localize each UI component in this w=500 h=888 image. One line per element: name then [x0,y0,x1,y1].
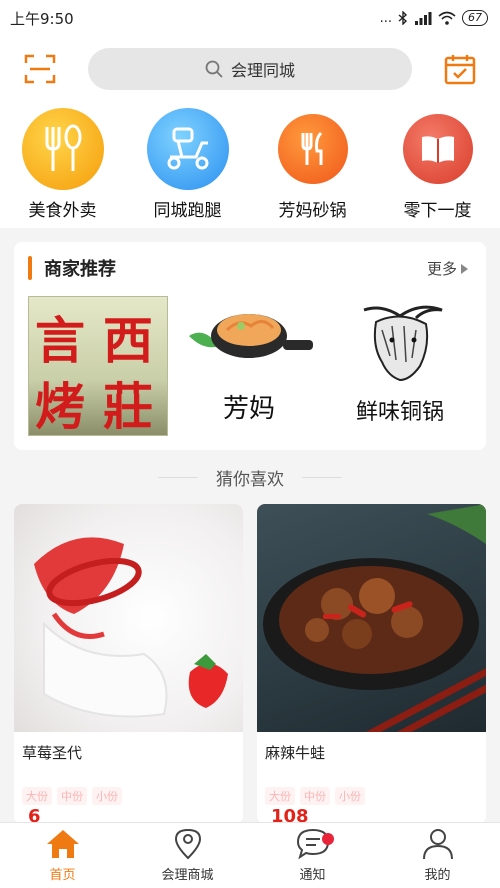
book-icon [421,136,454,163]
logo-char: 言 [35,311,85,370]
size-tags: 大份 中份 小份 [257,763,486,805]
section-header: 商家推荐 更多 [14,242,486,294]
nav-label: 通知 [299,868,326,883]
section-title: 商家推荐 [44,259,116,280]
product-name: 麻辣牛蛙 [265,744,326,762]
product-card[interactable]: 麻辣牛蛙 大份 中份 小份 108 [257,504,486,824]
battery-indicator: 67 [462,10,488,26]
category-circle [402,114,473,184]
bluetooth-icon [398,11,408,25]
bottom-nav: 首页 会理商城 通知 我的 [0,822,500,888]
signal-icon [415,11,432,25]
product-image-sundae [14,504,243,732]
category-circle [146,108,229,190]
notification-badge [322,833,334,845]
scooter-icon [167,127,208,170]
logo-char: 西 [103,311,153,370]
category-circle [277,114,348,184]
merchant-logo-row: 言 西 烤 莊 芳妈 鲜味铜锅 [14,296,486,436]
strawberry-sundae-illustration [34,537,228,718]
fork-spoon-icon [45,124,81,171]
size-tag[interactable]: 中份 [57,787,87,805]
chevron-right-icon [461,263,468,274]
section-accent-bar [28,256,32,280]
status-dots: ... [379,10,392,26]
scan-icon [24,54,56,84]
size-tag[interactable]: 小份 [335,787,365,805]
calendar-button[interactable] [440,49,480,89]
nav-profile[interactable]: 我的 [375,823,500,888]
category-fangma-claypot[interactable]: 芳妈砂锅 [258,108,368,228]
product-card[interactable]: 草莓圣代 大份 中份 小份 6 [14,504,243,824]
more-link[interactable]: 更多 [427,258,468,279]
merchant-logo-text: 鲜味铜锅 [355,400,444,425]
logo-char: 莊 [103,377,153,436]
guess-you-like-heading: 猜你喜欢 [0,462,500,492]
location-pin-icon [174,828,201,860]
category-food-delivery[interactable]: 美食外卖 [8,108,118,228]
search-icon [205,60,223,78]
home-icon [46,830,79,858]
category-label: 零下一度 [403,201,472,221]
knife-fork-icon [301,131,322,165]
scan-button[interactable] [20,49,60,89]
nav-label: 首页 [49,868,76,883]
spicy-frog-illustration [263,504,486,732]
size-tag[interactable]: 小份 [92,787,122,805]
category-lingxia-yidu[interactable]: 零下一度 [383,108,493,228]
search-bar[interactable]: 会理同城 [88,48,412,90]
size-tag[interactable]: 大份 [22,787,52,805]
nav-home[interactable]: 首页 [0,823,125,888]
calendar-check-icon [444,55,476,85]
merchant-logo-fangma[interactable]: 芳妈 [179,296,319,436]
merchant-recommend-card: 商家推荐 更多 言 西 烤 莊 芳妈 鲜味铜锅 [14,242,486,450]
product-image-frog [257,504,486,732]
merchant-logo-xianwei[interactable]: 鲜味铜锅 [330,296,470,436]
status-icons: ... 67 [380,10,488,26]
nav-label: 我的 [424,868,451,883]
product-name: 草莓圣代 [22,744,83,762]
goat-illustration [363,305,443,382]
size-tags: 大份 中份 小份 [14,763,243,805]
size-tag[interactable]: 中份 [300,787,330,805]
category-label: 美食外卖 [28,201,97,221]
category-label: 同城跑腿 [153,201,222,221]
merchant-logo-yanxi[interactable]: 言 西 烤 莊 [28,296,168,436]
status-bar: 上午9:50 ... 67 [0,0,500,36]
more-label: 更多 [426,260,457,278]
status-time: 上午9:50 [10,9,74,28]
wifi-icon [438,11,456,25]
person-icon [422,829,453,860]
nav-label: 会理商城 [161,868,214,883]
size-tag[interactable]: 大份 [265,787,295,805]
merchant-logo-text: 芳妈 [222,394,275,424]
header-bar: 会理同城 [0,36,500,102]
claypot-illustration [189,314,313,358]
category-errand[interactable]: 同城跑腿 [133,108,243,228]
nav-notifications[interactable]: 通知 [250,823,375,888]
search-placeholder: 会理同城 [230,61,295,80]
logo-char: 烤 [35,377,85,436]
category-circle [21,108,104,190]
category-label: 芳妈砂锅 [278,201,347,221]
nav-mall[interactable]: 会理商城 [125,823,250,888]
category-grid: 美食外卖 同城跑腿 芳妈砂锅 零下一度 [0,102,500,228]
guess-title: 猜你喜欢 [216,469,284,490]
